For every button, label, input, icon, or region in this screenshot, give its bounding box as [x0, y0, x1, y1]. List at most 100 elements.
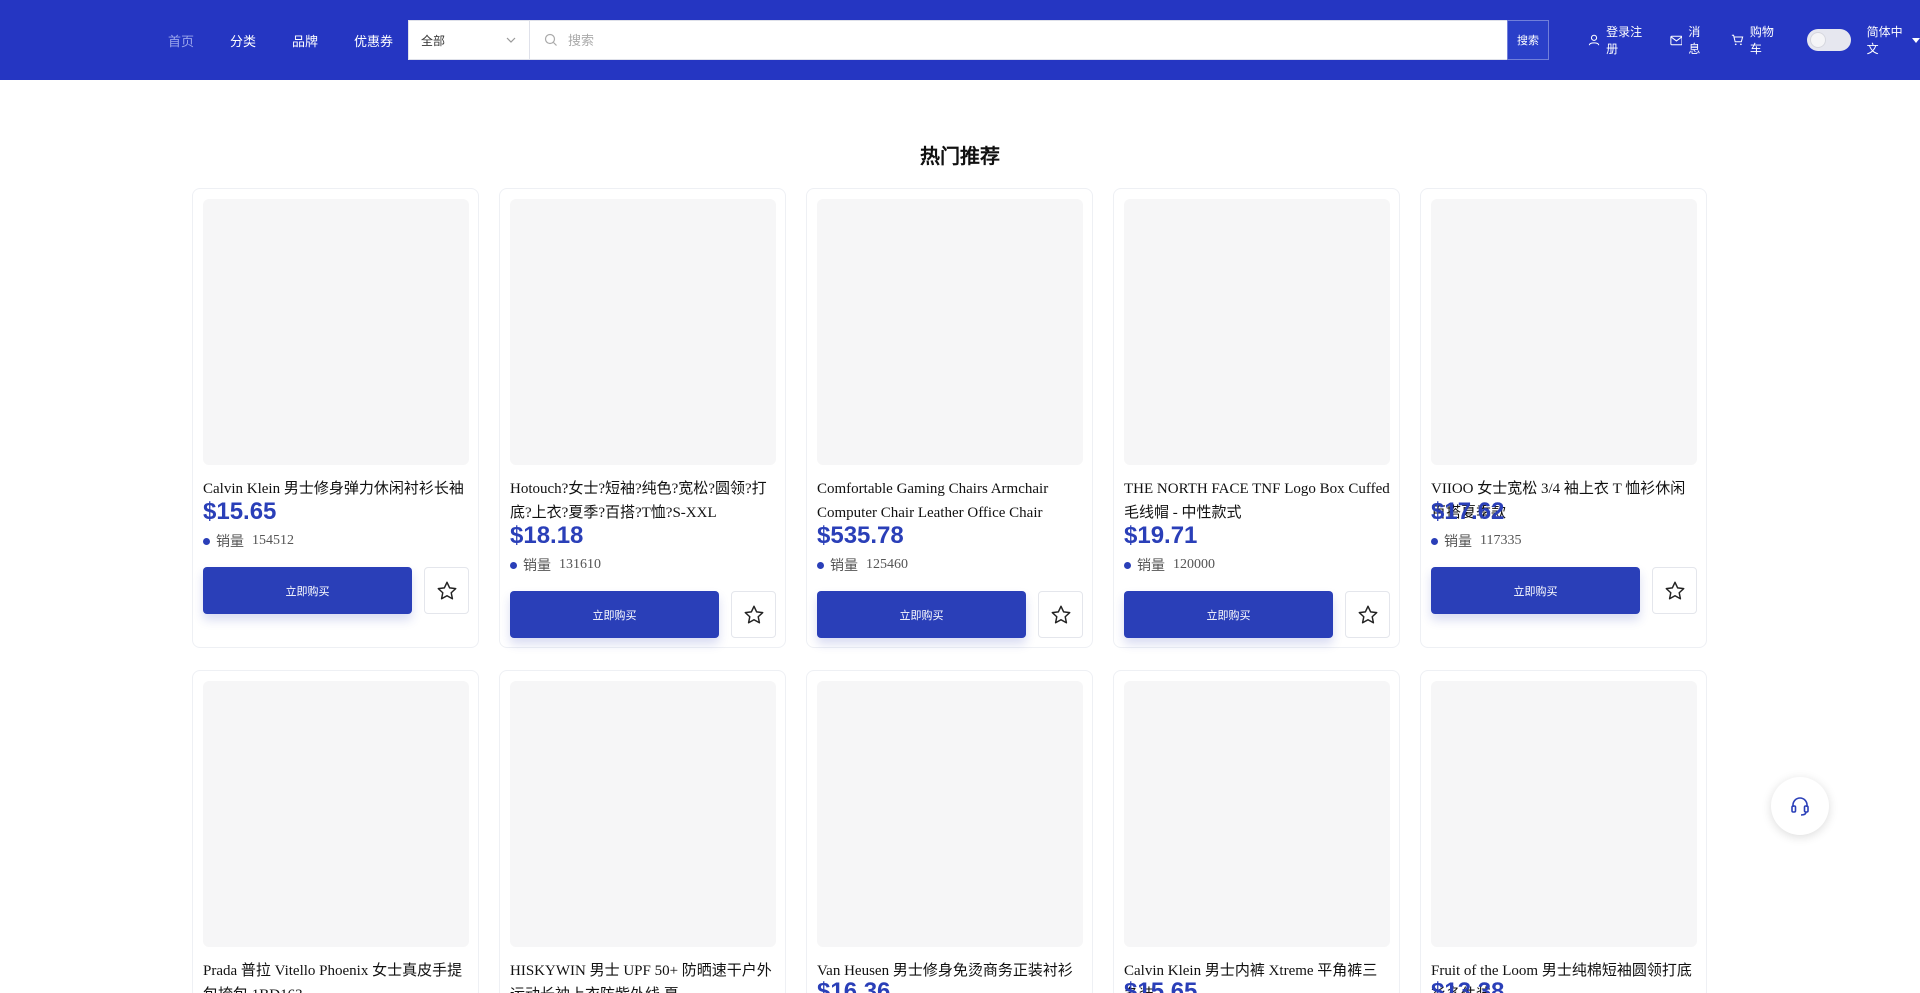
- favorite-button[interactable]: [1652, 567, 1697, 614]
- search-input[interactable]: [568, 21, 1507, 59]
- language-label: 简体中文: [1866, 25, 1903, 56]
- search-input-wrap: [530, 21, 1507, 59]
- product-card[interactable]: Hotouch?女士?短袖?纯色?宽松?圆领?打底?上衣?夏季?百搭?T恤?S-…: [499, 188, 786, 648]
- sales-count: 120000: [1173, 557, 1215, 572]
- cart-link[interactable]: 购物车: [1731, 23, 1781, 57]
- caret-down-icon: [1912, 37, 1920, 43]
- product-card[interactable]: Calvin Klein 男士内裤 Xtreme 平角裤三条装 $15.65: [1113, 670, 1400, 993]
- product-price: $17.62: [1431, 498, 1505, 525]
- bullet-dot: [1124, 561, 1131, 569]
- product-sales: 销量 120000: [1124, 555, 1215, 575]
- product-image[interactable]: [1124, 681, 1390, 947]
- product-image[interactable]: [817, 681, 1083, 947]
- product-price: $16.36: [817, 978, 891, 993]
- favorite-button[interactable]: [1038, 591, 1083, 638]
- product-price: $13.38: [1431, 978, 1505, 993]
- product-image[interactable]: [510, 681, 776, 947]
- nav-item-coupon[interactable]: 优惠券: [354, 31, 393, 50]
- favorite-button[interactable]: [731, 591, 776, 638]
- search-category-label: 全部: [421, 33, 446, 48]
- sales-label: 销量: [830, 559, 858, 574]
- sales-label: 销量: [1137, 559, 1165, 574]
- buy-now-button[interactable]: 立即购买: [1124, 591, 1333, 638]
- nav-item-category[interactable]: 分类: [230, 31, 256, 50]
- star-icon: [437, 581, 456, 600]
- favorite-button[interactable]: [1345, 591, 1390, 638]
- product-image[interactable]: [817, 199, 1083, 465]
- sales-label: 销量: [216, 535, 244, 550]
- product-card[interactable]: VIIOO 女士宽松 3/4 袖上衣 T 恤衫休闲百搭夏季款 $17.62 销量…: [1420, 188, 1707, 648]
- product-card[interactable]: Van Heusen 男士修身免烫商务正装衬衫 $16.36: [806, 670, 1093, 993]
- product-sales: 销量 125460: [817, 555, 908, 575]
- search-bar: 全部 搜索: [408, 20, 1549, 60]
- customer-support-button[interactable]: [1771, 777, 1829, 835]
- messages-label: 消息: [1688, 25, 1701, 56]
- product-price: $15.65: [1124, 978, 1198, 993]
- product-card[interactable]: Prada 普拉 Vitello Phoenix 女士真皮手提包挎包 1BD16…: [192, 670, 479, 993]
- sales-count: 154512: [252, 533, 294, 548]
- sales-count: 125460: [866, 557, 908, 572]
- search-icon: [544, 33, 557, 46]
- cart-label: 购物车: [1749, 25, 1774, 56]
- buy-now-button[interactable]: 立即购买: [1431, 567, 1640, 614]
- product-price: $15.65: [203, 498, 277, 525]
- product-title[interactable]: THE NORTH FACE TNF Logo Box Cuffed 毛线帽 -…: [1124, 477, 1390, 525]
- toggle-knob: [1809, 32, 1826, 48]
- nav-item-home[interactable]: 首页: [168, 31, 194, 50]
- product-price: $19.71: [1124, 522, 1198, 549]
- product-sales: 销量 131610: [510, 555, 601, 575]
- search-category-select[interactable]: 全部: [409, 21, 530, 59]
- product-image[interactable]: [1431, 681, 1697, 947]
- favorite-button[interactable]: [424, 567, 469, 614]
- header-actions: 登录注册 消息 购物车 简体中文: [1588, 0, 1920, 80]
- buy-now-button[interactable]: 立即购买: [203, 567, 412, 614]
- cart-icon: [1731, 34, 1744, 46]
- product-sales: 销量 154512: [203, 531, 294, 551]
- nav-item-brand[interactable]: 品牌: [292, 31, 318, 50]
- star-icon: [744, 605, 763, 624]
- product-image[interactable]: [203, 681, 469, 947]
- buy-now-button[interactable]: 立即购买: [817, 591, 1026, 638]
- product-title[interactable]: Hotouch?女士?短袖?纯色?宽松?圆领?打底?上衣?夏季?百搭?T恤?S-…: [510, 477, 776, 525]
- main-nav: 首页 分类 品牌 优惠券: [168, 0, 429, 80]
- mail-icon: [1669, 35, 1683, 45]
- star-icon: [1665, 581, 1684, 600]
- product-title[interactable]: HISKYWIN 男士 UPF 50+ 防晒速干户外运动长袖上衣防紫外线 夏: [510, 959, 776, 993]
- product-image[interactable]: [203, 199, 469, 465]
- account-link[interactable]: 登录注册: [1588, 23, 1648, 57]
- star-icon: [1358, 605, 1377, 624]
- star-icon: [1051, 605, 1070, 624]
- sales-label: 销量: [523, 559, 551, 574]
- product-sales: 销量 117335: [1431, 531, 1521, 551]
- product-card[interactable]: Fruit of the Loom 男士纯棉短袖圆领打底衫多件装 $13.38: [1420, 670, 1707, 993]
- product-price: $535.78: [817, 522, 904, 549]
- product-image[interactable]: [510, 199, 776, 465]
- product-card[interactable]: Calvin Klein 男士修身弹力休闲衬衫长袖 $15.65 销量 15451…: [192, 188, 479, 648]
- section-title: 热门推荐: [920, 146, 1000, 168]
- headset-icon: [1791, 797, 1809, 816]
- bullet-dot: [1431, 537, 1438, 545]
- product-card[interactable]: HISKYWIN 男士 UPF 50+ 防晒速干户外运动长袖上衣防紫外线 夏: [499, 670, 786, 993]
- messages-link[interactable]: 消息: [1669, 23, 1709, 57]
- bullet-dot: [203, 537, 210, 545]
- user-icon: [1588, 34, 1600, 46]
- language-select[interactable]: 简体中文: [1867, 23, 1920, 57]
- top-header: 首页 分类 品牌 优惠券 全部 搜索 登录注册 消息 购物车 简体中文: [0, 0, 1920, 80]
- sales-count: 131610: [559, 557, 601, 572]
- product-image[interactable]: [1124, 199, 1390, 465]
- product-title[interactable]: Prada 普拉 Vitello Phoenix 女士真皮手提包挎包 1BD16…: [203, 959, 469, 993]
- buy-now-button[interactable]: 立即购买: [510, 591, 719, 638]
- product-title[interactable]: Comfortable Gaming Chairs Armchair Compu…: [817, 477, 1083, 525]
- product-image[interactable]: [1431, 199, 1697, 465]
- account-label: 登录注册: [1606, 25, 1643, 56]
- theme-toggle[interactable]: [1806, 29, 1851, 51]
- sales-label: 销量: [1444, 535, 1472, 550]
- bullet-dot: [510, 561, 517, 569]
- product-card[interactable]: Comfortable Gaming Chairs Armchair Compu…: [806, 188, 1093, 648]
- sales-count: 117335: [1480, 533, 1522, 548]
- product-price: $18.18: [510, 522, 584, 549]
- bullet-dot: [817, 561, 824, 569]
- search-button[interactable]: 搜索: [1507, 20, 1549, 60]
- product-card[interactable]: THE NORTH FACE TNF Logo Box Cuffed 毛线帽 -…: [1113, 188, 1400, 648]
- chevron-down-icon: [506, 37, 516, 43]
